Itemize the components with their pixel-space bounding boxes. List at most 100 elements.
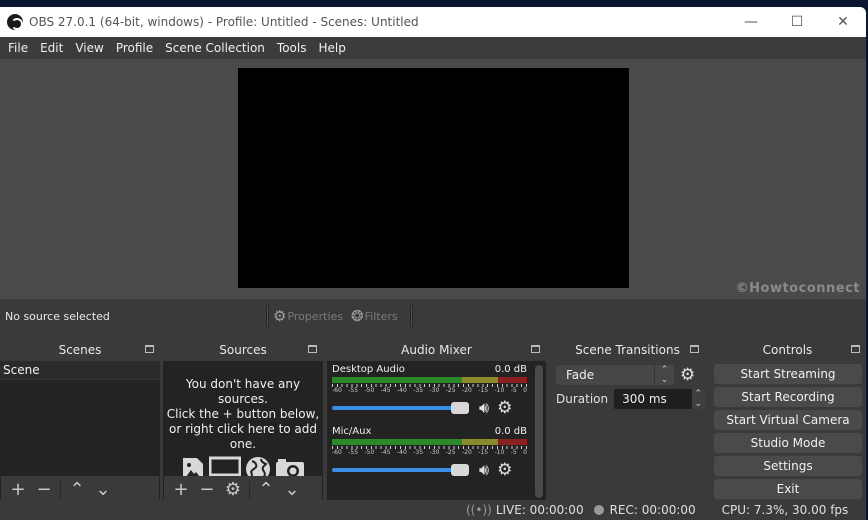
sources-dock: Sources You don't have any sources. Clic… — [163, 340, 323, 504]
audio-mixer-dock: Audio Mixer Desktop Audio 0.0 dB -60 -55-… — [327, 340, 546, 504]
remove-icon[interactable]: − — [31, 479, 57, 500]
close-button[interactable]: ✕ — [820, 7, 866, 37]
window-title: OBS 27.0.1 (64-bit, windows) - Profile: … — [29, 15, 419, 29]
channel-name: Mic/Aux — [332, 426, 372, 437]
scale-label: 0 — [523, 387, 527, 394]
scenes-list: Scene — [0, 361, 160, 476]
list-item[interactable]: Scene — [0, 361, 160, 380]
rec-timer: REC: 00:00:00 — [609, 503, 696, 517]
start-recording-button[interactable]: Start Recording — [714, 387, 862, 407]
scale-label: -55 — [348, 449, 359, 456]
menu-view[interactable]: View — [69, 41, 109, 55]
gear-icon[interactable]: ⚙ — [220, 479, 246, 500]
move-down-icon[interactable]: ⌄ — [90, 479, 116, 500]
duration-label: Duration — [556, 392, 609, 406]
start-virtual-camera-button[interactable]: Start Virtual Camera — [714, 410, 862, 430]
add-icon[interactable]: + — [168, 479, 194, 500]
footer-separator — [60, 480, 61, 499]
empty-line: or right click here to add one. — [168, 422, 318, 451]
duration-input[interactable]: 300 ms — [614, 389, 692, 409]
scale-label: 0 — [523, 449, 527, 456]
undock-icon[interactable] — [690, 345, 699, 353]
scale-label: -20 — [462, 387, 472, 394]
maximize-button[interactable]: ☐ — [774, 7, 820, 37]
scale-label: -50 — [364, 449, 375, 456]
undock-icon[interactable] — [851, 345, 860, 353]
scene-transitions-body: Fade ⌃ ⌄ ⚙ Duration 300 ms ⌃ ⌄ — [550, 361, 705, 504]
gear-icon[interactable]: ⚙ — [497, 460, 512, 480]
add-icon[interactable]: + — [5, 479, 31, 500]
meter-scale: -60 -55 -50 -45 -40 -35 -30 -25 -20 -15 -10 -5 0 — [332, 387, 527, 394]
move-up-icon[interactable]: ⌃ — [64, 479, 90, 500]
menu-file[interactable]: File — [2, 41, 34, 55]
duration-spinner[interactable]: ⌃ ⌄ — [691, 389, 705, 409]
menu-scene-collection[interactable]: Scene Collection — [159, 41, 271, 55]
properties-label: Properties — [287, 309, 344, 323]
volume-slider[interactable] — [332, 464, 469, 476]
mixer-scrollbar[interactable] — [535, 365, 543, 498]
menu-edit[interactable]: Edit — [34, 41, 69, 55]
volume-slider[interactable] — [332, 402, 469, 414]
settings-button[interactable]: Settings — [714, 456, 862, 476]
studio-mode-button[interactable]: Studio Mode — [714, 433, 862, 453]
preview-area: ©Howtoconnect — [0, 59, 866, 299]
speaker-icon[interactable]: 🔊︎ — [479, 460, 489, 480]
minimize-button[interactable]: — — [728, 7, 774, 37]
scale-label: -30 — [429, 449, 440, 456]
filters-button[interactable]: ❂ Filters — [351, 307, 398, 325]
preview-canvas[interactable] — [238, 68, 629, 288]
scale-label: -10 — [494, 449, 505, 456]
speaker-icon[interactable]: 🔊︎ — [479, 398, 489, 418]
scenes-title: Scenes — [58, 343, 102, 357]
move-down-icon[interactable]: ⌄ — [279, 479, 305, 500]
menu-profile[interactable]: Profile — [110, 41, 159, 55]
scenes-header: Scenes — [0, 340, 160, 360]
chevron-down-icon[interactable]: ⌄ — [692, 399, 705, 409]
remove-icon[interactable]: − — [194, 479, 220, 500]
controls-body: Start Streaming Start Recording Start Vi… — [709, 361, 866, 504]
scale-label: -60 — [332, 387, 342, 394]
undock-icon[interactable] — [308, 345, 317, 353]
audio-mixer-body: Desktop Audio 0.0 dB -60 -55 -50 -45 -40 -35-… — [327, 361, 546, 502]
scale-label: -25 — [445, 449, 456, 456]
volume-slider-handle[interactable] — [451, 464, 469, 476]
gear-icon[interactable]: ⚙ — [497, 398, 512, 418]
exit-button[interactable]: Exit — [714, 479, 862, 499]
broadcast-icon: ((•)) — [466, 503, 492, 517]
transition-selected: Fade — [566, 368, 595, 382]
menu-tools[interactable]: Tools — [271, 41, 313, 55]
meter-scale: -60 -55 -50 -45 -40 -35 -30 -25 -20 -15 -10 -5 0 — [332, 449, 527, 456]
scale-label: -25 — [445, 387, 456, 394]
scale-label: -15 — [478, 387, 489, 394]
volume-meter — [332, 377, 527, 383]
scene-transitions-dock: Scene Transitions Fade ⌃ ⌄ ⚙ Duration 300… — [550, 340, 705, 504]
empty-line: Click the + button below, — [166, 407, 320, 421]
title-bar: OBS 27.0.1 (64-bit, windows) - Profile: … — [0, 7, 866, 37]
scale-label: -20 — [462, 449, 472, 456]
properties-button[interactable]: ⚙ Properties — [273, 307, 343, 325]
obs-window: OBS 27.0.1 (64-bit, windows) - Profile: … — [0, 7, 866, 520]
record-icon — [593, 505, 604, 515]
undock-icon[interactable] — [531, 345, 540, 353]
scale-label: -40 — [397, 449, 407, 456]
volume-slider-handle[interactable] — [451, 402, 469, 414]
source-status: No source selected — [5, 309, 110, 323]
menu-help[interactable]: Help — [312, 41, 351, 55]
scale-label: -50 — [364, 387, 375, 394]
start-streaming-button[interactable]: Start Streaming — [714, 364, 862, 384]
transition-select[interactable]: Fade ⌃ ⌄ — [556, 365, 674, 385]
move-up-icon[interactable]: ⌃ — [253, 479, 279, 500]
gear-icon[interactable]: ⚙ — [680, 365, 695, 385]
scene-transitions-title: Scene Transitions — [575, 343, 680, 357]
mixer-channel-desktop-audio: Desktop Audio 0.0 dB -60 -55 -50 -45 -40 -35-… — [327, 361, 532, 423]
scale-label: -10 — [494, 387, 505, 394]
empty-line: You don't have any sources. — [185, 377, 301, 406]
menu-bar: File Edit View Profile Scene Collection … — [0, 37, 866, 59]
undock-icon[interactable] — [145, 345, 154, 353]
controls-title: Controls — [762, 343, 813, 357]
sources-empty-message: You don't have any sources. Click the + … — [163, 377, 323, 452]
source-toolbar: No source selected ⚙ Properties ❂ Filter… — [0, 299, 866, 333]
chevron-up-icon[interactable]: ⌃ — [692, 389, 705, 399]
sources-list[interactable]: You don't have any sources. Click the + … — [163, 361, 323, 481]
channel-name: Desktop Audio — [332, 364, 405, 375]
